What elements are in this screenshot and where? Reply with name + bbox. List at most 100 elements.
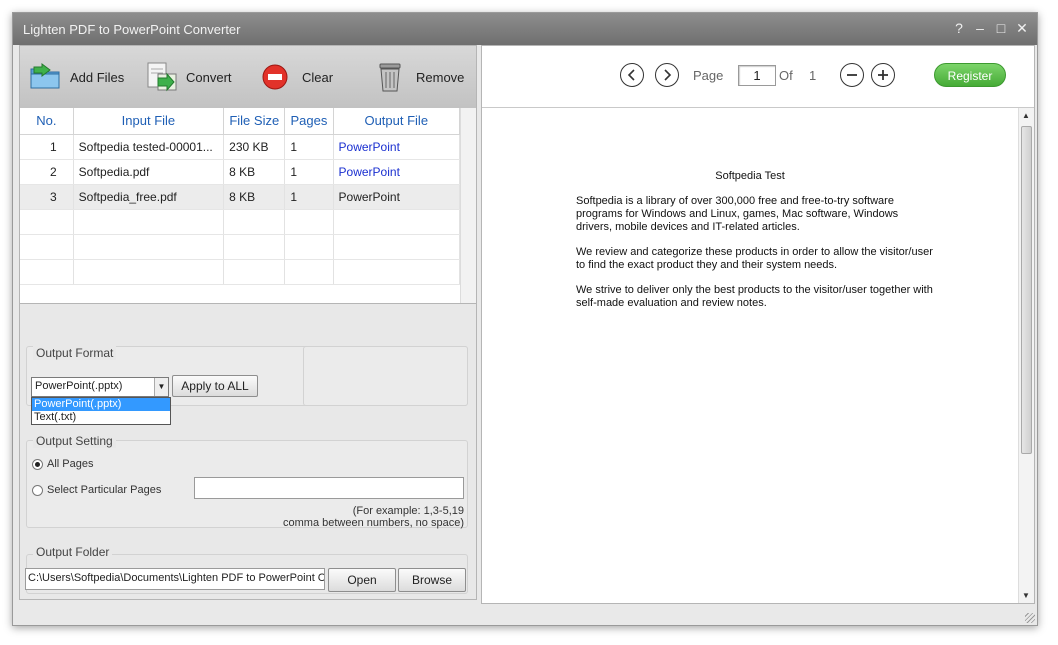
pages-hint: (For example: 1,3-5,19 comma between num… (220, 505, 464, 529)
table-header: No. Input File File Size Pages Output Fi… (20, 108, 461, 135)
row-pages: 1 (284, 184, 334, 210)
zoom-in-button[interactable] (871, 63, 895, 87)
table-row[interactable]: 1 Softpedia tested-00001... 230 KB 1 Pow… (20, 134, 461, 160)
empty-row (20, 209, 461, 235)
zoom-out-button[interactable] (840, 63, 864, 87)
add-files-label: Add Files (70, 69, 125, 85)
output-format-divider (303, 346, 468, 406)
row-output-file[interactable]: PowerPoint (333, 134, 461, 160)
document-title: Softpedia Test (715, 170, 785, 182)
minimize-icon[interactable]: – (973, 19, 987, 37)
row-input-file: Softpedia.pdf (73, 159, 225, 185)
app-window: Lighten PDF to PowerPoint Converter ? – … (12, 12, 1038, 626)
resize-grip-icon[interactable] (1025, 613, 1035, 623)
chevron-right-icon (664, 69, 672, 81)
document-paragraph-3: We strive to deliver only the best produ… (576, 284, 933, 309)
convert-icon (147, 62, 177, 92)
browse-button[interactable]: Browse (398, 568, 466, 592)
row-pages: 1 (284, 134, 334, 160)
document-paragraph-1: Softpedia is a library of over 300,000 f… (576, 195, 899, 233)
radio-checked-icon (32, 458, 43, 470)
column-no[interactable]: No. (20, 108, 74, 135)
empty-row (20, 259, 461, 285)
row-output-file[interactable]: PowerPoint (333, 184, 461, 210)
add-files-button[interactable]: Add Files (28, 60, 124, 94)
table-row[interactable]: 3 Softpedia_free.pdf 8 KB 1 PowerPoint (20, 184, 461, 210)
of-label: Of (779, 68, 793, 83)
clear-label: Clear (302, 69, 334, 85)
all-pages-label: All Pages (47, 458, 94, 470)
clear-button[interactable]: Clear (260, 60, 333, 94)
document-preview: Softpedia Test Softpedia is a library of… (482, 108, 1018, 603)
output-format-dropdown: PowerPoint(.pptx) Text(.txt) (31, 397, 171, 425)
row-input-file: Softpedia_free.pdf (73, 184, 225, 210)
column-output-file[interactable]: Output File (333, 108, 461, 135)
scroll-down-icon[interactable]: ▼ (1022, 591, 1030, 600)
output-format-selected: PowerPoint(.pptx) (35, 380, 123, 392)
convert-label: Convert (186, 69, 232, 85)
minus-icon (847, 74, 857, 76)
chevron-down-icon[interactable]: ▼ (154, 378, 168, 396)
document-paragraph-2: We review and categorize these products … (576, 246, 933, 271)
folder-add-icon (30, 63, 60, 89)
page-label: Page (693, 68, 724, 83)
pages-hint-line1: (For example: 1,3-5,19 (352, 505, 464, 517)
viewer-toolbar: Page 1 Of 1 Register (482, 46, 1034, 108)
dropdown-option-txt[interactable]: Text(.txt) (32, 411, 170, 424)
row-file-size: 8 KB (223, 184, 286, 210)
particular-pages-label: Select Particular Pages (47, 484, 162, 496)
table-row[interactable]: 2 Softpedia.pdf 8 KB 1 PowerPoint (20, 159, 461, 185)
pages-input[interactable] (194, 477, 464, 499)
column-pages[interactable]: Pages (284, 108, 334, 135)
output-format-label: Output Format (33, 346, 117, 360)
all-pages-radio[interactable]: All Pages (32, 458, 93, 470)
trash-icon (379, 63, 401, 92)
row-no: 3 (20, 184, 74, 210)
preview-panel: Page 1 Of 1 Register Softpedia Test Soft… (481, 45, 1035, 604)
prev-page-button[interactable] (620, 63, 644, 87)
dropdown-option-pptx[interactable]: PowerPoint(.pptx) (32, 398, 170, 411)
row-file-size: 230 KB (223, 134, 286, 160)
title-bar[interactable]: Lighten PDF to PowerPoint Converter ? – … (13, 13, 1037, 45)
table-scrollbar[interactable] (460, 108, 476, 303)
remove-button[interactable]: Remove (374, 60, 464, 94)
row-input-file: Softpedia tested-00001... (73, 134, 225, 160)
window-controls: ? – □ ✕ (952, 19, 1029, 37)
file-table: No. Input File File Size Pages Output Fi… (20, 108, 476, 304)
column-file-size[interactable]: File Size (223, 108, 286, 135)
output-folder-label: Output Folder (33, 545, 113, 559)
maximize-icon[interactable]: □ (994, 19, 1008, 37)
apply-to-all-button[interactable]: Apply to ALL (172, 375, 258, 397)
convert-button[interactable]: Convert (144, 60, 232, 94)
radio-unchecked-icon (32, 484, 43, 496)
pages-hint-line2: comma between numbers, no space) (283, 517, 464, 529)
row-no: 1 (20, 134, 74, 160)
remove-label: Remove (416, 69, 465, 85)
open-button[interactable]: Open (328, 568, 396, 592)
preview-scrollbar[interactable]: ▲ ▼ (1018, 108, 1034, 603)
chevron-left-icon (627, 69, 635, 81)
total-pages: 1 (809, 68, 817, 83)
help-icon[interactable]: ? (952, 19, 966, 37)
clear-icon (262, 64, 288, 90)
output-format-select[interactable]: PowerPoint(.pptx) ▼ (31, 377, 169, 397)
output-setting-label: Output Setting (33, 434, 116, 448)
next-page-button[interactable] (655, 63, 679, 87)
register-button[interactable]: Register (934, 63, 1006, 87)
left-panel: Add Files Convert Clear Remove No. Input… (19, 45, 477, 600)
row-pages: 1 (284, 159, 334, 185)
page-number-input[interactable]: 1 (738, 65, 776, 86)
column-input-file[interactable]: Input File (73, 108, 225, 135)
row-output-file[interactable]: PowerPoint (333, 159, 461, 185)
row-no: 2 (20, 159, 74, 185)
plus-icon (878, 70, 888, 80)
scrollbar-thumb[interactable] (1021, 126, 1032, 454)
empty-row (20, 234, 461, 260)
output-folder-path[interactable]: C:\Users\Softpedia\Documents\Lighten PDF… (25, 568, 325, 590)
window-title: Lighten PDF to PowerPoint Converter (23, 22, 241, 37)
close-icon[interactable]: ✕ (1015, 19, 1029, 37)
row-file-size: 8 KB (223, 159, 286, 185)
particular-pages-radio[interactable]: Select Particular Pages (32, 484, 161, 496)
toolbar: Add Files Convert Clear Remove (20, 46, 476, 108)
scroll-up-icon[interactable]: ▲ (1022, 111, 1030, 120)
